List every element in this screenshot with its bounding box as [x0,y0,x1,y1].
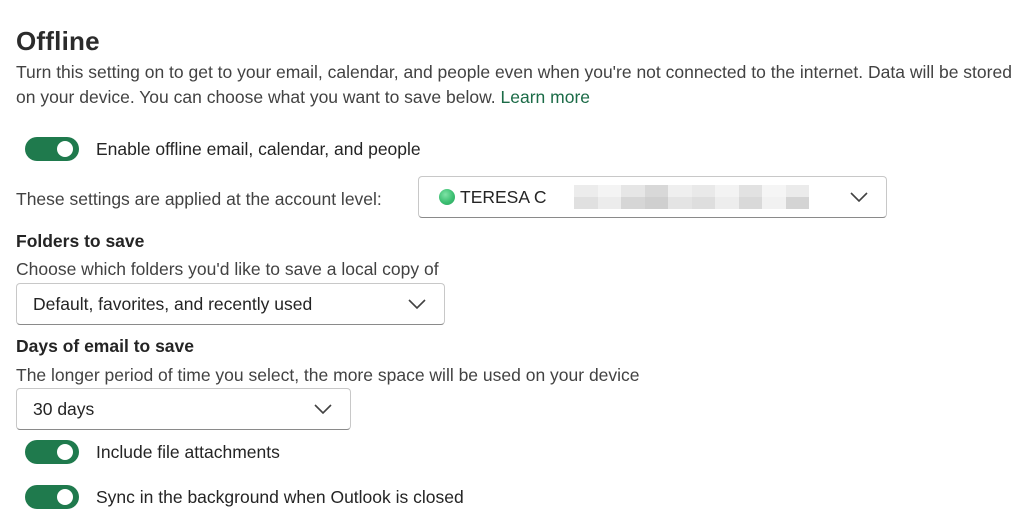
enable-offline-row: Enable offline email, calendar, and peop… [25,137,421,161]
redacted-account-text [574,185,809,209]
chevron-down-icon [850,192,868,202]
description: Turn this setting on to get to your emai… [16,60,1016,110]
page-title: Offline [16,26,100,56]
days-subtitle: The longer period of time you select, th… [16,365,640,385]
toggle-knob [57,444,73,460]
days-select[interactable]: 30 days [16,388,351,430]
folders-heading: Folders to save [16,231,145,251]
presence-status-icon [439,189,455,205]
learn-more-link[interactable]: Learn more [501,87,591,107]
chevron-down-icon [314,404,332,414]
include-attachments-row: Include file attachments [25,440,280,464]
sync-background-label: Sync in the background when Outlook is c… [96,486,464,507]
days-select-value: 30 days [33,398,95,419]
sync-background-toggle[interactable] [25,485,79,509]
days-heading: Days of email to save [16,336,194,356]
include-attachments-label: Include file attachments [96,441,280,462]
sync-background-row: Sync in the background when Outlook is c… [25,485,464,509]
folders-select[interactable]: Default, favorites, and recently used [16,283,445,325]
folders-select-value: Default, favorites, and recently used [33,293,313,314]
account-select-value: TERESA C [460,186,547,207]
chevron-down-icon [408,299,426,309]
toggle-knob [57,489,73,505]
enable-offline-toggle[interactable] [25,137,79,161]
toggle-knob [57,141,73,157]
folders-subtitle: Choose which folders you'd like to save … [16,259,439,279]
include-attachments-toggle[interactable] [25,440,79,464]
account-select[interactable]: TERESA C [418,176,887,218]
offline-settings-page: Offline Turn this setting on to get to y… [0,0,1024,524]
account-level-label: These settings are applied at the accoun… [16,189,382,209]
enable-offline-label: Enable offline email, calendar, and peop… [96,138,421,159]
